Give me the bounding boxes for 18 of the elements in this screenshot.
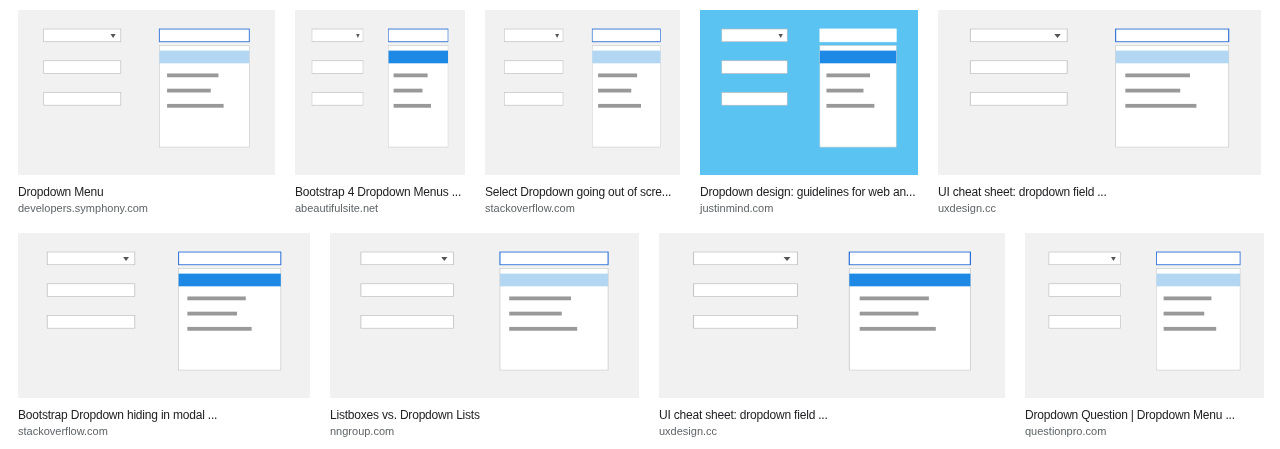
result-title[interactable]: Select Dropdown going out of scre... [485, 184, 672, 200]
result-title[interactable]: Listboxes vs. Dropdown Lists [330, 407, 480, 423]
result-title[interactable]: Dropdown design: guidelines for web an... [700, 184, 916, 200]
result-source: justinmind.com [700, 201, 775, 216]
result-source: abeautifulsite.net [295, 201, 380, 216]
result-title[interactable]: UI cheat sheet: dropdown field ... [659, 407, 828, 423]
result-title[interactable]: Dropdown Menu [18, 184, 104, 200]
result-source: stackoverflow.com [18, 424, 109, 439]
result-source: questionpro.com [1025, 424, 1108, 439]
result-source: developers.symphony.com [18, 201, 150, 216]
result-title[interactable]: Dropdown Question | Dropdown Menu ... [1025, 407, 1235, 423]
result-source: uxdesign.cc [938, 201, 998, 216]
result-source: stackoverflow.com [485, 201, 576, 216]
result-title[interactable]: Bootstrap Dropdown hiding in modal ... [18, 407, 218, 423]
result-title[interactable]: Bootstrap 4 Dropdown Menus ... [295, 184, 462, 200]
result-source: nngroup.com [330, 424, 396, 439]
result-source: uxdesign.cc [659, 424, 719, 439]
result-title[interactable]: UI cheat sheet: dropdown field ... [938, 184, 1107, 200]
